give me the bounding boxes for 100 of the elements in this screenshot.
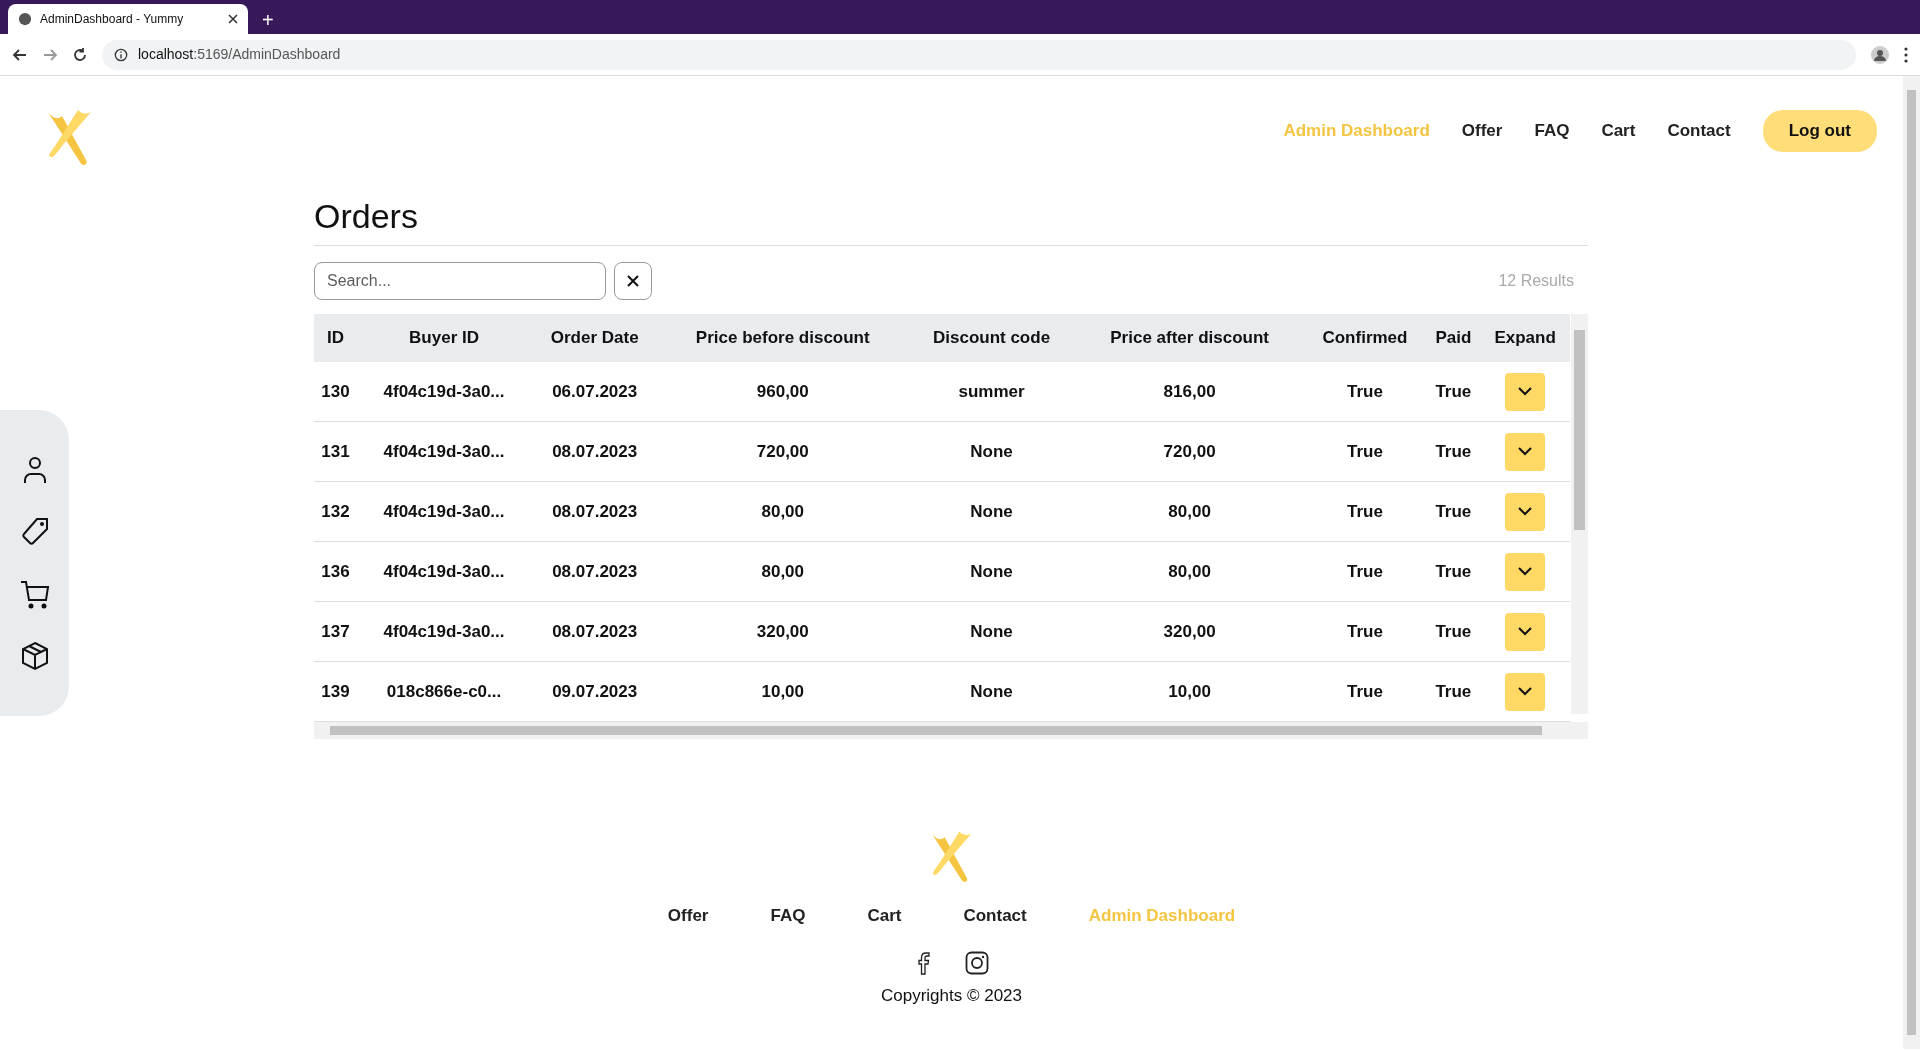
page-scrollbar[interactable] — [1903, 76, 1920, 1049]
table-horizontal-scrollbar[interactable] — [314, 722, 1588, 740]
expand-button[interactable] — [1505, 432, 1546, 471]
table-cell: 10,00 — [658, 661, 908, 722]
page-title: Orders — [314, 186, 1588, 246]
table-scrollbar[interactable] — [1571, 313, 1588, 714]
table-cell: 09.07.2023 — [531, 661, 659, 722]
table-cell: True — [1426, 541, 1481, 602]
new-tab-button[interactable]: + — [262, 10, 274, 30]
table-cell: None — [907, 661, 1076, 722]
footer-link[interactable]: Cart — [867, 903, 902, 929]
table-cell: 08.07.2023 — [531, 481, 659, 542]
profile-icon[interactable] — [1870, 44, 1890, 65]
copyright-text: Copyrights © 2023 — [880, 984, 1022, 1007]
column-header: Order Date — [531, 313, 659, 362]
table-cell: 4f04c19d-3a0... — [357, 361, 532, 422]
chevron-down-icon — [1518, 507, 1533, 517]
table-cell: 816,00 — [1075, 361, 1304, 422]
back-icon[interactable] — [12, 46, 28, 63]
expand-button[interactable] — [1505, 492, 1546, 531]
table-cell: 80,00 — [658, 481, 908, 542]
chevron-down-icon — [1518, 687, 1533, 697]
results-count: 12 Results — [1498, 270, 1574, 291]
nav-link[interactable]: Contact — [1667, 118, 1731, 144]
cart-icon[interactable] — [18, 578, 51, 610]
column-header: Buyer ID — [357, 313, 532, 362]
table-cell: True — [1303, 481, 1427, 542]
table-cell: True — [1303, 601, 1427, 662]
chevron-down-icon — [1518, 567, 1533, 577]
table-cell: True — [1303, 541, 1427, 602]
column-header: Price before discount — [658, 313, 908, 362]
table-cell: True — [1426, 481, 1481, 542]
table-cell: True — [1426, 361, 1481, 422]
table-cell: True — [1426, 421, 1481, 482]
table-cell: 4f04c19d-3a0... — [357, 601, 532, 662]
table-cell: 4f04c19d-3a0... — [357, 541, 532, 602]
expand-button[interactable] — [1505, 612, 1546, 651]
nav-link[interactable]: FAQ — [1534, 118, 1570, 144]
close-icon — [626, 273, 640, 288]
table-cell: 10,00 — [1075, 661, 1304, 722]
chevron-down-icon — [1518, 447, 1533, 457]
table-cell: 132 — [314, 481, 357, 542]
column-header: Expand — [1480, 313, 1570, 362]
table-cell: 136 — [314, 541, 357, 602]
forward-icon[interactable] — [42, 46, 58, 63]
table-cell: 720,00 — [1075, 421, 1304, 482]
table-cell: 720,00 — [658, 421, 908, 482]
table-cell: True — [1426, 601, 1481, 662]
table-cell: 06.07.2023 — [531, 361, 659, 422]
table-cell: 320,00 — [658, 601, 908, 662]
footer-link[interactable]: Offer — [667, 903, 709, 929]
table-cell: 137 — [314, 601, 357, 662]
table-cell: 960,00 — [658, 361, 908, 422]
clear-search-button[interactable] — [614, 261, 652, 300]
logout-button[interactable]: Log out — [1762, 110, 1877, 152]
expand-button[interactable] — [1505, 552, 1546, 591]
table-cell: True — [1426, 661, 1481, 722]
expand-button[interactable] — [1505, 372, 1546, 411]
close-icon[interactable] — [228, 14, 238, 24]
address-bar[interactable]: localhost:5169/AdminDashboard — [102, 39, 1856, 70]
tab-title: AdminDashboard - Yummy — [40, 11, 185, 28]
instagram-icon[interactable] — [964, 950, 989, 975]
table-cell: 018c866e-c0... — [357, 661, 532, 722]
chevron-down-icon — [1518, 627, 1533, 637]
url-text: localhost:5169/AdminDashboard — [138, 45, 341, 64]
table-cell: 08.07.2023 — [531, 601, 659, 662]
table-cell: 4f04c19d-3a0... — [357, 481, 532, 542]
table-cell: 80,00 — [1075, 541, 1304, 602]
search-field[interactable]: Search... — [314, 261, 606, 300]
table-cell: 80,00 — [658, 541, 908, 602]
nav-link[interactable]: Offer — [1461, 118, 1503, 144]
table-cell: 139 — [314, 661, 357, 722]
footer-link[interactable]: Contact — [963, 903, 1027, 929]
nav-link[interactable]: Cart — [1601, 118, 1636, 144]
table-cell: None — [907, 541, 1076, 602]
table-cell: 131 — [314, 421, 357, 482]
chevron-down-icon — [1518, 387, 1533, 397]
info-icon — [114, 47, 128, 62]
table-cell: True — [1303, 661, 1427, 722]
reload-icon[interactable] — [72, 46, 88, 63]
column-header: Paid — [1426, 313, 1481, 362]
menu-icon[interactable] — [1904, 46, 1908, 63]
table-cell: 4f04c19d-3a0... — [357, 421, 532, 482]
table-cell: summer — [907, 361, 1076, 422]
table-cell: None — [907, 601, 1076, 662]
column-header: Confirmed — [1303, 313, 1427, 362]
table-cell: 130 — [314, 361, 357, 422]
table-cell: True — [1303, 421, 1427, 482]
table-cell: 08.07.2023 — [531, 541, 659, 602]
table-cell: 320,00 — [1075, 601, 1304, 662]
table-cell: 80,00 — [1075, 481, 1304, 542]
table-cell: True — [1303, 361, 1427, 422]
table-cell: None — [907, 481, 1076, 542]
column-header: Discount code — [907, 313, 1076, 362]
browser-tab[interactable]: AdminDashboard - Yummy — [8, 4, 248, 34]
footer-link[interactable]: FAQ — [770, 903, 806, 929]
expand-button[interactable] — [1505, 672, 1546, 711]
table-cell: None — [907, 421, 1076, 482]
column-header: Price after discount — [1075, 313, 1304, 362]
table-cell: 08.07.2023 — [531, 421, 659, 482]
